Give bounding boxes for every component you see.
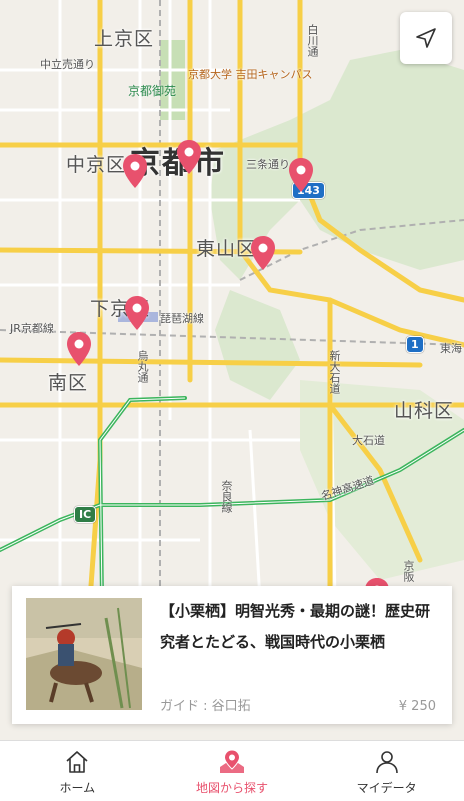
park-label: 京都御苑 — [128, 84, 177, 98]
tab-map-label: 地図から探す — [196, 781, 269, 795]
tab-bar: ホーム 地図から探す マイデータ — [0, 740, 464, 801]
map-pin-icon — [220, 749, 244, 773]
map-pin-icon[interactable] — [66, 332, 92, 368]
rail-label-keihan: 京阪 — [402, 560, 415, 582]
ward-label-higashiyama: 東山区 — [196, 238, 257, 260]
tour-card[interactable]: 【小栗栖】明智光秀・最期の謎！歴史研究者とたどる、戦国時代の小栗栖 ガイド : … — [12, 586, 452, 724]
rail-label-tokaido: 東海 — [440, 342, 462, 355]
tab-map[interactable]: 地図から探す — [155, 741, 310, 801]
street-label-shirakawa: 白川通 — [306, 24, 319, 57]
map-pin-icon[interactable] — [288, 158, 314, 194]
map-pin-icon[interactable] — [122, 154, 148, 190]
ward-label-nakagyo: 中京区 — [66, 154, 127, 176]
rail-label-biwako: 琵琶湖線 — [160, 312, 204, 325]
tour-thumbnail-image — [26, 598, 142, 710]
street-label-shin-oishi: 新大石道 — [328, 350, 341, 394]
street-label-sanjo: 三条通り — [246, 158, 290, 171]
street-label-oishi: 大石道 — [352, 434, 385, 447]
tour-guide: ガイド : 谷口拓 — [160, 699, 251, 714]
map-pin-icon[interactable] — [176, 140, 202, 176]
route-shield-1: 1 — [406, 336, 424, 353]
university-label: 京都大学 吉田キャンパス — [188, 68, 313, 81]
locate-button[interactable] — [400, 12, 452, 64]
ward-label-kamigyo: 上京区 — [94, 28, 155, 50]
location-arrow-icon — [416, 28, 436, 48]
tour-price: ¥ 250 — [398, 699, 436, 714]
street-label-karasuma: 烏丸通 — [136, 350, 149, 383]
home-icon — [66, 751, 88, 773]
ic-marker: IC — [74, 506, 97, 523]
person-icon — [375, 751, 398, 774]
map-pin-icon[interactable] — [250, 236, 276, 272]
rail-label-jr: JR京都線 — [10, 322, 54, 335]
map-pin-icon[interactable] — [124, 296, 150, 332]
tab-home[interactable]: ホーム — [0, 741, 155, 801]
tour-card-body: 【小栗栖】明智光秀・最期の謎！歴史研究者とたどる、戦国時代の小栗栖 ガイド : … — [142, 586, 452, 724]
tour-title: 【小栗栖】明智光秀・最期の謎！歴史研究者とたどる、戦国時代の小栗栖 — [160, 602, 431, 651]
tab-mydata-label: マイデータ — [356, 781, 417, 795]
ward-label-yamashina: 山科区 — [394, 400, 455, 422]
tour-thumbnail — [26, 598, 142, 710]
street-label-nakadachiuri: 中立売通り — [40, 58, 95, 71]
tab-home-label: ホーム — [59, 781, 96, 795]
rail-label-nara: 奈良線 — [220, 480, 233, 513]
tab-mydata[interactable]: マイデータ — [309, 741, 464, 801]
ward-label-minami: 南区 — [48, 372, 89, 394]
